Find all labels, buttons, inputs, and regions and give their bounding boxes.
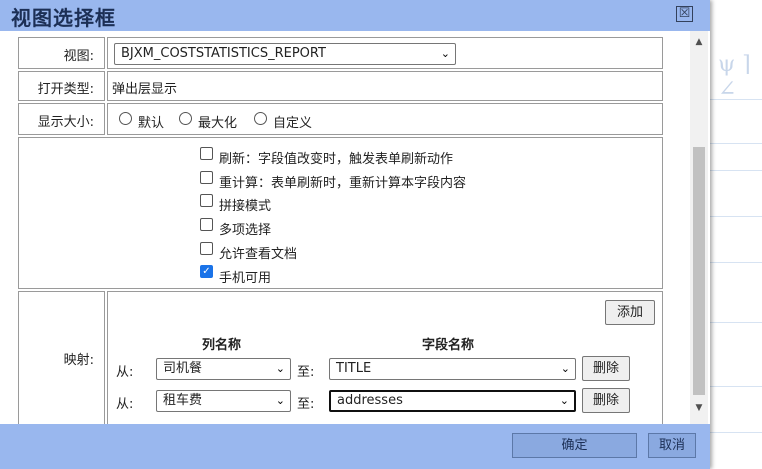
mapping-field-value: addresses: [337, 393, 403, 408]
checkbox-refresh-label: 刷新：字段值改变时，触发表单刷新动作: [219, 152, 454, 167]
display-size-label-cell: 显示大小:: [18, 103, 105, 135]
field-name-header: 字段名称: [422, 338, 475, 353]
background-divider: [710, 432, 762, 433]
to-label: 至:: [297, 365, 315, 380]
mapping-column-select[interactable]: 司机餐 ⌄: [156, 358, 291, 380]
radio-maximize[interactable]: [179, 112, 192, 125]
mapping-field-value: TITLE: [336, 361, 372, 376]
checkbox-mobile-label: 手机可用: [219, 271, 272, 286]
open-type-value: 弹出层显示: [112, 82, 178, 97]
scroll-down-icon[interactable]: ▼: [690, 403, 708, 415]
to-label: 至:: [297, 397, 315, 412]
chevron-down-icon: ⌄: [559, 394, 569, 407]
mapping-field-select[interactable]: TITLE ⌄: [329, 358, 576, 380]
delete-mapping-button[interactable]: 删除: [582, 388, 630, 413]
open-type-label: 打开类型:: [37, 82, 94, 97]
checkbox-recalculate[interactable]: [200, 171, 213, 184]
checkbox-view-docs-label: 允许查看文档: [219, 247, 298, 262]
mapping-label: 映射:: [63, 353, 94, 368]
from-label: 从:: [116, 397, 134, 412]
view-select[interactable]: BJXM_COSTSTATISTICS_REPORT ⌄: [114, 43, 456, 65]
chevron-down-icon: ⌄: [440, 47, 450, 60]
checkbox-concat-mode-label: 拼接模式: [219, 199, 272, 214]
background-toolbar-icon: ψ ⌉ ∠: [718, 52, 751, 102]
view-label-cell: 视图:: [18, 37, 105, 69]
mapping-column-value: 租车费: [163, 393, 203, 408]
chevron-down-icon: ⌄: [275, 362, 285, 375]
mapping-label-cell: 映射:: [18, 291, 105, 424]
background-divider: [710, 386, 762, 387]
radio-maximize-label: 最大化: [198, 116, 238, 131]
add-mapping-button[interactable]: 添加: [605, 300, 655, 325]
checkbox-mobile[interactable]: ✓: [200, 265, 213, 278]
radio-custom[interactable]: [254, 112, 267, 125]
mapping-column-value: 司机餐: [163, 361, 203, 376]
scrollbar-thumb[interactable]: [693, 147, 705, 395]
dialog-content: 视图: BJXM_COSTSTATISTICS_REPORT ⌄ 打开类型: 弹…: [0, 31, 690, 424]
delete-mapping-button[interactable]: 删除: [582, 356, 630, 381]
chevron-down-icon: ⌄: [560, 362, 570, 375]
background-divider: [710, 216, 762, 217]
open-type-value-cell: 弹出层显示: [107, 71, 663, 101]
radio-custom-label: 自定义: [273, 116, 313, 131]
view-select-value: BJXM_COSTSTATISTICS_REPORT: [121, 46, 326, 61]
dialog-title: 视图选择框: [11, 6, 116, 30]
checkbox-recalculate-label: 重计算：表单刷新时，重新计算本字段内容: [219, 176, 467, 191]
close-icon[interactable]: ☒: [676, 6, 693, 22]
radio-default-label: 默认: [138, 116, 165, 131]
checkbox-refresh[interactable]: [200, 147, 213, 160]
view-value-cell: BJXM_COSTSTATISTICS_REPORT ⌄: [107, 37, 663, 69]
checkmark-icon: ✓: [202, 266, 211, 277]
background-divider: [710, 170, 762, 171]
checkbox-concat-mode[interactable]: [200, 194, 213, 207]
chevron-down-icon: ⌄: [275, 394, 285, 407]
options-cell: 刷新：字段值改变时，触发表单刷新动作 重计算：表单刷新时，重新计算本字段内容 拼…: [18, 137, 663, 289]
mapping-column-select[interactable]: 租车费 ⌄: [156, 390, 291, 412]
dialog-footer: 确定 取消: [0, 424, 710, 469]
column-name-header: 列名称: [202, 338, 242, 353]
scroll-up-icon[interactable]: ▲: [690, 37, 708, 49]
view-select-dialog: 视图选择框 ☒ 视图: BJXM_COSTSTATISTICS_REPORT ⌄…: [0, 0, 710, 469]
background-divider: [710, 262, 762, 263]
open-type-label-cell: 打开类型:: [18, 71, 105, 101]
content-scrollbar[interactable]: ▲ ▼: [690, 31, 708, 424]
background-divider: [710, 322, 762, 323]
display-size-value-cell: 默认 最大化 自定义: [107, 103, 663, 135]
background-divider: [710, 99, 762, 100]
from-label: 从:: [116, 365, 134, 380]
background-divider: [710, 143, 762, 144]
cancel-button[interactable]: 取消: [648, 433, 696, 458]
view-label: 视图:: [63, 49, 94, 64]
checkbox-multi-select[interactable]: [200, 218, 213, 231]
mapping-field-select[interactable]: addresses ⌄: [329, 390, 576, 412]
ok-button[interactable]: 确定: [512, 433, 637, 458]
radio-default[interactable]: [119, 112, 132, 125]
checkbox-view-docs[interactable]: [200, 242, 213, 255]
mapping-value-cell: 添加 列名称 字段名称 从: 司机餐 ⌄ 至: TITLE ⌄ 删除 从: 租车…: [107, 291, 663, 424]
checkbox-multi-select-label: 多项选择: [219, 223, 272, 238]
display-size-label: 显示大小:: [37, 115, 94, 130]
dialog-titlebar[interactable]: 视图选择框 ☒: [0, 0, 710, 31]
background-page: ψ ⌉ ∠: [710, 0, 762, 469]
